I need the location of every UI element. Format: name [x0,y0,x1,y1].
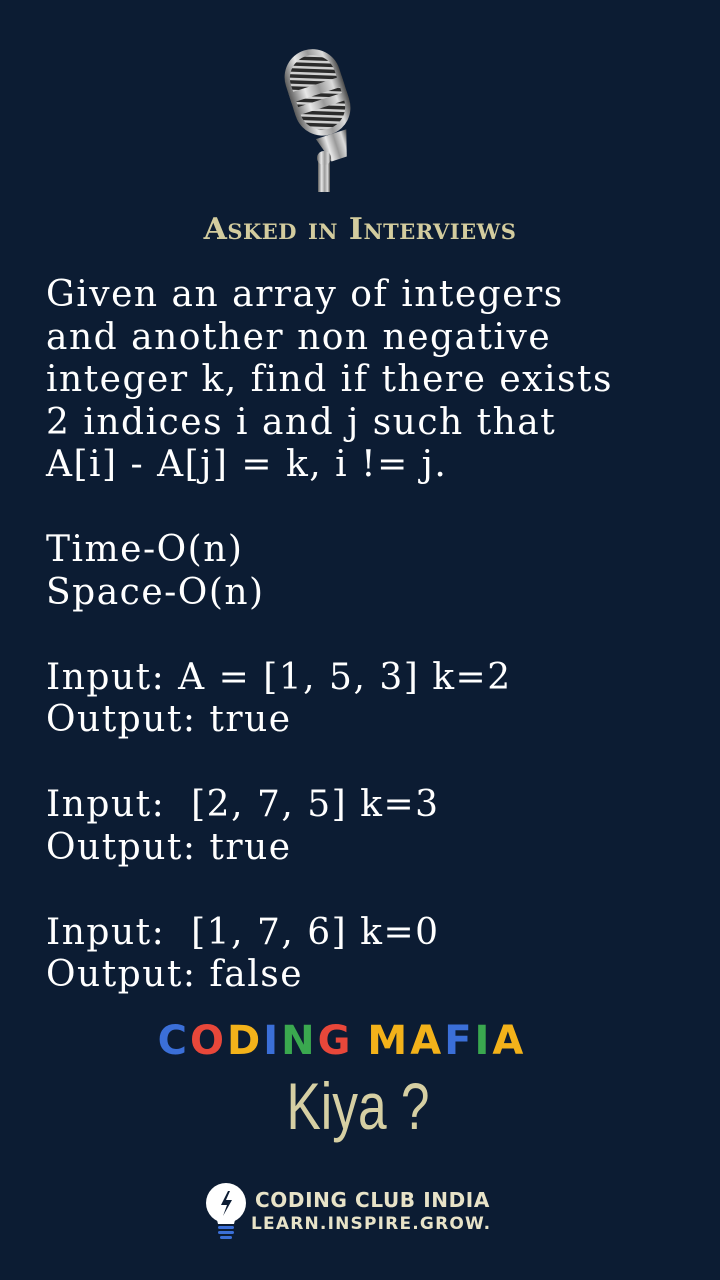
problem-line: Space-O(n) [46,571,265,613]
brand-letter: A [492,1018,527,1064]
brand-letter: C [157,1018,190,1064]
brand-letter: M [367,1018,411,1064]
problem-line: Given an array of integers [46,274,564,315]
coding-club-india-logo: CODING CLUB INDIA LEARN.INSPIRE.GROW. [203,1182,503,1242]
problem-line: Output: true [46,699,292,740]
brand-letter: G [317,1018,354,1064]
problem-line: Input: A = [1, 5, 3] k=2 [46,656,512,698]
lightbulb-icon [203,1182,249,1242]
problem-line: integer k, find if there exists [46,359,613,400]
coding-mafia-logo: CODING MAFIA [0,1018,684,1064]
org-motto: LEARN.INSPIRE.GROW. [251,1214,492,1234]
org-name: CODING CLUB INDIA [255,1188,490,1212]
problem-line: and another non negative [46,316,552,358]
problem-statement: Given an array of integers and another no… [46,274,706,997]
problem-line: Input: [2, 7, 5] k=3 [46,784,440,825]
brand-letter: F [444,1018,475,1064]
problem-line: Output: false [46,954,304,995]
brand-letter [353,1018,367,1064]
problem-line: Time-O(n) [46,529,244,570]
problem-line: Output: true [46,826,292,868]
brand-letter: I [263,1018,282,1064]
brand-letter: A [410,1018,445,1064]
brand-letter: I [474,1018,493,1064]
page-title: Asked in Interviews [203,212,517,247]
problem-line: A[i] - A[j] = k, i != j. [46,444,448,485]
brand-letter: N [281,1018,318,1064]
brand-letter: D [226,1018,264,1064]
problem-line: 2 indices i and j such that [46,401,557,443]
brand-letter: O [189,1018,227,1064]
microphone-icon [270,40,370,195]
tagline: Kiya ? [286,1069,430,1143]
problem-line: Input: [1, 7, 6] k=0 [46,911,440,953]
